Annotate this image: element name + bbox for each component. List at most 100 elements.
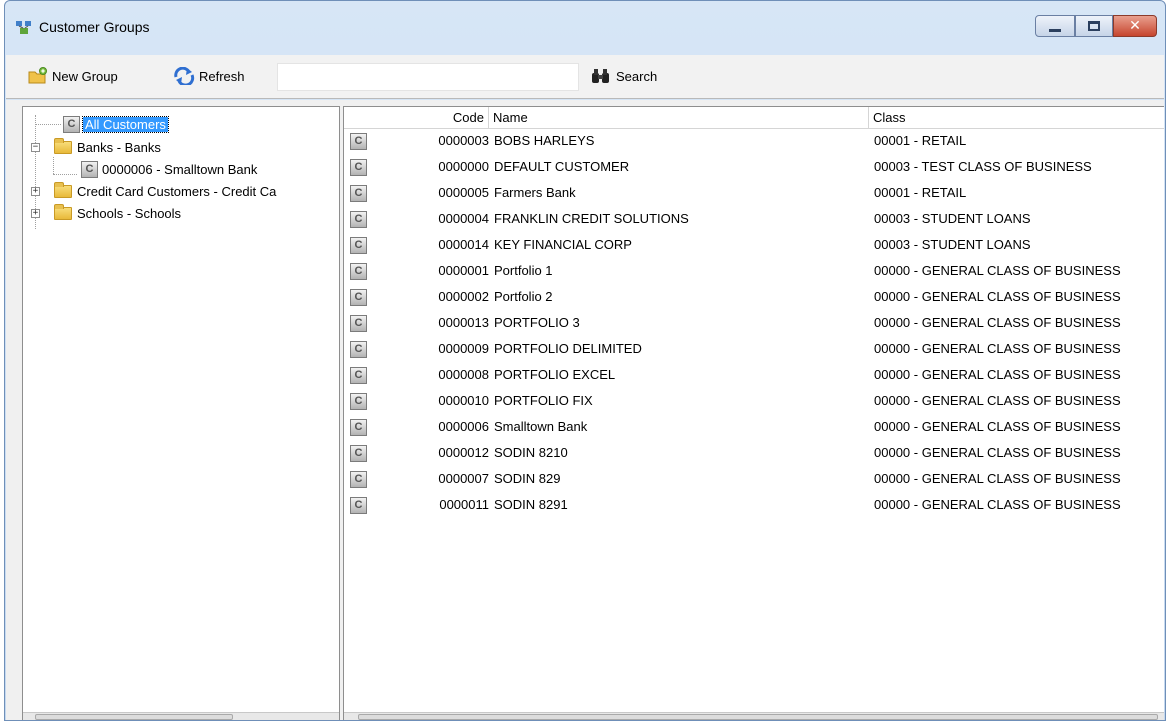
folder-icon — [54, 203, 72, 220]
new-group-button[interactable]: New Group — [28, 67, 118, 85]
minimize-button[interactable] — [1035, 15, 1075, 37]
refresh-button[interactable]: Refresh — [173, 67, 245, 85]
cell-name: SODIN 829 — [494, 471, 561, 486]
table-row[interactable]: C 0000014 KEY FINANCIAL CORP 00003 - STU… — [344, 233, 1164, 259]
cell-name: BOBS HARLEYS — [494, 133, 595, 148]
cell-code: 0000006 — [438, 419, 489, 434]
close-button[interactable]: ✕ — [1113, 15, 1157, 37]
close-icon: ✕ — [1129, 18, 1141, 34]
customer-icon: C — [350, 445, 367, 462]
search-input[interactable] — [277, 63, 579, 91]
cell-name: SODIN 8210 — [494, 445, 568, 460]
customer-icon: C — [350, 471, 367, 488]
customer-groups-window: Customer Groups ✕ New Group Refresh Sear… — [4, 0, 1166, 721]
collapse-icon[interactable]: − — [31, 142, 40, 152]
binoculars-icon — [592, 69, 609, 83]
folder-icon — [54, 181, 72, 198]
cell-name: SODIN 8291 — [494, 497, 568, 512]
cell-code: 0000007 — [438, 471, 489, 486]
table-row[interactable]: C 0000001 Portfolio 1 00000 - GENERAL CL… — [344, 259, 1164, 285]
tree-item-label: All Customers — [82, 115, 169, 133]
tree-item-smalltown-bank[interactable]: C 0000006 - Smalltown Bank — [81, 159, 257, 179]
table-row[interactable]: C 0000003 BOBS HARLEYS 00001 - RETAIL — [344, 129, 1164, 155]
cell-name: DEFAULT CUSTOMER — [494, 159, 630, 174]
folder-icon — [54, 137, 72, 154]
cell-code: 0000003 — [438, 133, 489, 148]
table-row[interactable]: C 0000007 SODIN 829 00000 - GENERAL CLAS… — [344, 467, 1164, 493]
tree-item-all-customers[interactable]: C All Customers — [63, 114, 169, 134]
title-bar[interactable]: Customer Groups ✕ — [5, 1, 1165, 53]
table-row[interactable]: C 0000009 PORTFOLIO DELIMITED 00000 - GE… — [344, 337, 1164, 363]
tree-item-schools[interactable]: + Schools - Schools — [31, 203, 181, 223]
cell-code: 0000013 — [438, 315, 489, 330]
cell-code: 0000014 — [438, 237, 489, 252]
tree-line — [35, 124, 61, 125]
customer-groups-icon — [16, 21, 31, 34]
cell-code: 0000012 — [438, 445, 489, 460]
table-row[interactable]: C 0000000 DEFAULT CUSTOMER 00003 - TEST … — [344, 155, 1164, 181]
table-row[interactable]: C 0000010 PORTFOLIO FIX 00000 - GENERAL … — [344, 389, 1164, 415]
customer-icon: C — [350, 263, 367, 280]
tree-line — [53, 174, 77, 175]
tree-item-label: 0000006 - Smalltown Bank — [102, 161, 258, 177]
table-row[interactable]: C 0000002 Portfolio 2 00000 - GENERAL CL… — [344, 285, 1164, 311]
cell-class: 00000 - GENERAL CLASS OF BUSINESS — [874, 445, 1121, 460]
customer-icon: C — [63, 115, 80, 133]
cell-name: KEY FINANCIAL CORP — [494, 237, 632, 252]
tree-item-credit-card-customers[interactable]: + Credit Card Customers - Credit Ca — [31, 181, 276, 201]
expand-icon[interactable]: + — [31, 186, 40, 196]
table-row[interactable]: C 0000005 Farmers Bank 00001 - RETAIL — [344, 181, 1164, 207]
new-group-icon — [28, 67, 47, 84]
customer-icon: C — [350, 185, 367, 202]
customer-icon: C — [81, 160, 98, 178]
cell-name: FRANKLIN CREDIT SOLUTIONS — [494, 211, 689, 226]
cell-class: 00000 - GENERAL CLASS OF BUSINESS — [874, 497, 1121, 512]
grid-body: C 0000003 BOBS HARLEYS 00001 - RETAIL C … — [344, 129, 1164, 720]
customer-grid: Code Name Class C 0000003 BOBS HARLEYS 0… — [343, 106, 1164, 720]
tree-item-banks[interactable]: − Banks - Banks — [31, 137, 161, 157]
column-header-class[interactable]: Class — [869, 107, 1164, 129]
cell-code: 0000002 — [438, 289, 489, 304]
cell-name: Portfolio 2 — [494, 289, 553, 304]
customer-icon: C — [350, 237, 367, 254]
maximize-icon — [1088, 21, 1100, 31]
group-tree[interactable]: C All Customers − Banks - Banks C 000000… — [22, 106, 340, 720]
column-header-code[interactable]: Code — [344, 107, 489, 129]
table-row[interactable]: C 0000012 SODIN 8210 00000 - GENERAL CLA… — [344, 441, 1164, 467]
cell-name: PORTFOLIO 3 — [494, 315, 580, 330]
cell-class: 00000 - GENERAL CLASS OF BUSINESS — [874, 263, 1121, 278]
expand-icon[interactable]: + — [31, 208, 40, 218]
table-row[interactable]: C 0000011 SODIN 8291 00000 - GENERAL CLA… — [344, 493, 1164, 519]
tree-horizontal-scrollbar[interactable] — [23, 712, 339, 720]
search-button[interactable]: Search — [590, 67, 657, 85]
customer-icon: C — [350, 211, 367, 228]
cell-class: 00003 - STUDENT LOANS — [874, 211, 1031, 226]
table-row[interactable]: C 0000006 Smalltown Bank 00000 - GENERAL… — [344, 415, 1164, 441]
scrollbar-thumb[interactable] — [358, 714, 1158, 720]
cell-class: 00000 - GENERAL CLASS OF BUSINESS — [874, 367, 1121, 382]
table-row[interactable]: C 0000004 FRANKLIN CREDIT SOLUTIONS 0000… — [344, 207, 1164, 233]
cell-code: 0000001 — [438, 263, 489, 278]
scrollbar-thumb[interactable] — [35, 714, 233, 720]
refresh-icon — [174, 67, 195, 85]
customer-icon: C — [350, 393, 367, 410]
customer-icon: C — [350, 133, 367, 150]
grid-horizontal-scrollbar[interactable] — [344, 712, 1164, 720]
column-header-name[interactable]: Name — [489, 107, 869, 129]
window-title: Customer Groups — [39, 19, 150, 35]
cell-class: 00001 - RETAIL — [874, 133, 967, 148]
maximize-button[interactable] — [1075, 15, 1113, 37]
cell-name: PORTFOLIO FIX — [494, 393, 593, 408]
cell-code: 0000009 — [438, 341, 489, 356]
cell-class: 00000 - GENERAL CLASS OF BUSINESS — [874, 471, 1121, 486]
cell-class: 00000 - GENERAL CLASS OF BUSINESS — [874, 419, 1121, 434]
cell-name: Smalltown Bank — [494, 419, 588, 434]
cell-name: Farmers Bank — [494, 185, 576, 200]
table-row[interactable]: C 0000008 PORTFOLIO EXCEL 00000 - GENERA… — [344, 363, 1164, 389]
cell-name: PORTFOLIO EXCEL — [494, 367, 616, 382]
tree-line — [53, 157, 54, 174]
tree-item-label: Credit Card Customers - Credit Ca — [77, 183, 277, 199]
customer-icon: C — [350, 289, 367, 306]
cell-code: 0000008 — [438, 367, 489, 382]
table-row[interactable]: C 0000013 PORTFOLIO 3 00000 - GENERAL CL… — [344, 311, 1164, 337]
